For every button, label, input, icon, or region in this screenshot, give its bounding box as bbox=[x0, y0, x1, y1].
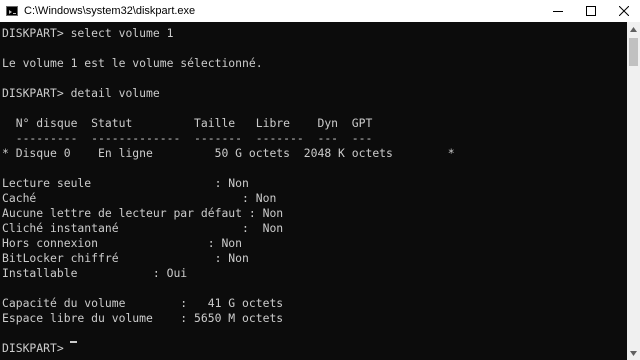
console-line: BitLocker chiffré : Non bbox=[2, 251, 249, 265]
text-cursor bbox=[70, 341, 77, 343]
console-line: Capacité du volume : 41 G octets bbox=[2, 296, 284, 310]
console-line: * Disque 0 En ligne 50 G octets 2048 K o… bbox=[2, 146, 455, 160]
minimize-button[interactable] bbox=[541, 0, 574, 22]
scroll-down-arrow-icon bbox=[630, 350, 637, 356]
minimize-icon bbox=[552, 11, 563, 12]
scrollbar-thumb[interactable] bbox=[629, 38, 638, 66]
console-line: Cliché instantané : Non bbox=[2, 221, 284, 235]
window-controls bbox=[541, 0, 640, 22]
title-bar[interactable]: C:\Windows\system32\diskpart.exe bbox=[0, 0, 640, 22]
scroll-up-arrow-icon bbox=[630, 26, 637, 32]
console-line: Aucune lettre de lecteur par défaut : No… bbox=[2, 206, 284, 220]
console-line: DISKPART> detail volume bbox=[2, 86, 160, 100]
scroll-up-button[interactable] bbox=[627, 22, 640, 36]
console-prompt: DISKPART> bbox=[2, 341, 71, 355]
console-line: N° disque Statut Taille Libre Dyn GPT bbox=[2, 116, 373, 130]
maximize-icon bbox=[585, 6, 596, 16]
close-icon bbox=[618, 6, 629, 16]
console-line: DISKPART> select volume 1 bbox=[2, 26, 174, 40]
console-output[interactable]: DISKPART> select volume 1 Le volume 1 es… bbox=[0, 22, 627, 360]
console-app-icon[interactable] bbox=[6, 6, 18, 16]
console-line: Le volume 1 est le volume sélectionné. bbox=[2, 56, 263, 70]
console-line: Caché : Non bbox=[2, 191, 277, 205]
console-line: Hors connexion : Non bbox=[2, 236, 243, 250]
vertical-scrollbar[interactable] bbox=[627, 22, 640, 360]
maximize-button[interactable] bbox=[574, 0, 607, 22]
console-line: Installable : Oui bbox=[2, 266, 188, 280]
console-line: Espace libre du volume : 5650 M octets bbox=[2, 311, 284, 325]
close-button[interactable] bbox=[607, 0, 640, 22]
window-title: C:\Windows\system32\diskpart.exe bbox=[24, 5, 196, 17]
console-line: Lecture seule : Non bbox=[2, 176, 249, 190]
console-line: --------- ------------- ------- ------- … bbox=[2, 131, 373, 145]
scroll-down-button[interactable] bbox=[627, 346, 640, 360]
console-window: C:\Windows\system32\diskpart.exe DISKPAR… bbox=[0, 0, 640, 360]
